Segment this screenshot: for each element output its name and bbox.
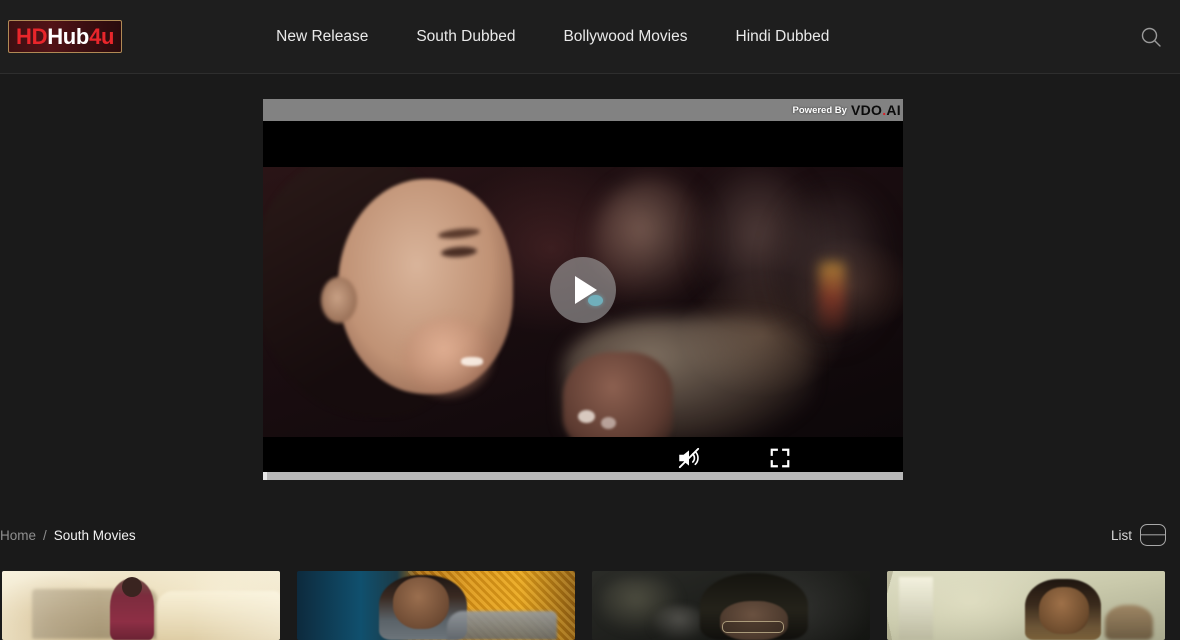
movie-card[interactable] (887, 571, 1165, 640)
video-fingernail-1 (578, 410, 595, 423)
play-icon (575, 275, 597, 304)
thumb4-pillar (899, 577, 933, 640)
thumb3-glasses (722, 621, 784, 633)
video-woman-ear (321, 277, 357, 323)
video-player[interactable]: Powered By VDO.AI (263, 99, 903, 480)
play-button[interactable] (550, 256, 616, 323)
powered-by-label: Powered By (792, 104, 847, 116)
movie-thumbnail-3 (592, 571, 870, 640)
movie-thumbnail-1 (2, 571, 280, 640)
search-button[interactable] (1136, 22, 1166, 52)
fullscreen-button[interactable] (766, 444, 794, 472)
nav-item-bollywood-movies[interactable]: Bollywood Movies (539, 28, 711, 46)
nav-item-south-dubbed[interactable]: South Dubbed (392, 28, 539, 46)
fullscreen-icon (770, 448, 790, 468)
breadcrumb-row: Home / South Movies List (0, 520, 1180, 550)
list-view-label: List (1110, 527, 1132, 543)
movie-thumbnail-4 (887, 571, 1165, 640)
vdo-ai-logo: VDO.AI (851, 103, 901, 117)
video-progress-bar[interactable] (263, 472, 903, 480)
video-fingernail-2 (601, 417, 616, 429)
vdo-ai-suffix: AI (886, 102, 901, 118)
video-hand (563, 352, 673, 437)
thumb1-haze (2, 571, 280, 640)
video-letterbox-top (263, 121, 903, 167)
movie-thumbnail-2 (297, 571, 575, 640)
video-light-source (819, 262, 845, 332)
breadcrumb: Home / South Movies (0, 528, 136, 543)
search-icon (1141, 27, 1161, 47)
mute-button[interactable] (675, 444, 703, 472)
logo-text-hub: Hub (47, 23, 90, 49)
nav-item-hindi-dubbed[interactable]: Hindi Dubbed (712, 28, 854, 46)
logo-text-4u: 4u (89, 23, 115, 49)
list-view-toggle[interactable]: List (1111, 520, 1166, 550)
nav-item-new-release[interactable]: New Release (252, 28, 392, 46)
video-progress-fill (263, 472, 267, 480)
breadcrumb-separator: / (43, 527, 47, 543)
logo-text-hd: HD (16, 23, 48, 49)
player-branding-bar: Powered By VDO.AI (263, 99, 903, 121)
thumb2-arm (447, 611, 557, 640)
site-logo[interactable]: HD Hub 4u (8, 20, 123, 53)
list-view-icon (1140, 524, 1166, 546)
thumb2-face (393, 577, 449, 629)
thumb4-secondary-figure (1105, 605, 1153, 640)
movie-card[interactable] (2, 571, 280, 640)
movie-thumbnail-strip (0, 571, 1180, 640)
movie-card[interactable] (592, 571, 870, 640)
breadcrumb-current: South Movies (53, 527, 136, 543)
site-header: HD Hub 4u New Release South Dubbed Bollywo… (0, 0, 1180, 74)
volume-muted-icon (678, 447, 700, 469)
vdo-ai-name: VDO (850, 102, 883, 118)
breadcrumb-home-link[interactable]: Home (0, 528, 36, 543)
thumb4-face (1039, 587, 1089, 634)
main-navigation: New Release South Dubbed Bollywood Movie… (252, 28, 853, 46)
movie-card[interactable] (297, 571, 575, 640)
video-woman-smile (461, 357, 483, 366)
